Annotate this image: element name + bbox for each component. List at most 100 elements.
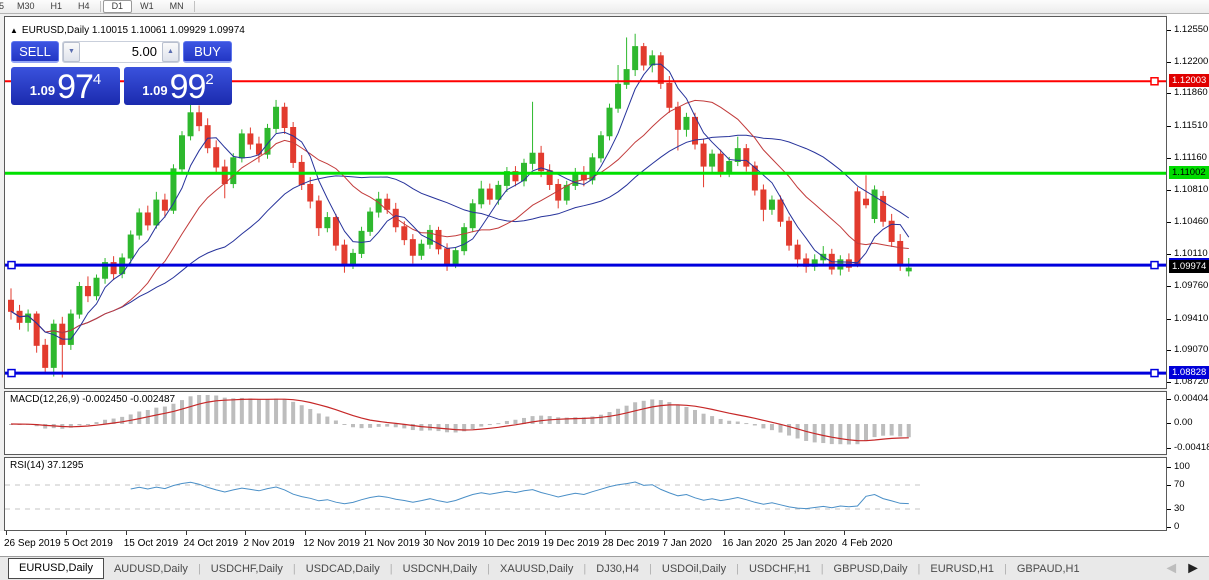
price-tick <box>1167 62 1171 63</box>
price-tick-label: 1.10460 <box>1174 216 1208 227</box>
main-chart-panel: ▲ EURUSD,Daily 1.10015 1.10061 1.09929 1.… <box>4 16 1167 389</box>
rsi-panel: RSI(14) 37.1295 <box>4 457 1167 531</box>
price-tick <box>1167 222 1171 223</box>
timeframe-button-h4[interactable]: H4 <box>70 0 98 13</box>
volume-decrease-button[interactable]: ▼ <box>63 42 80 62</box>
price-tick <box>1167 350 1171 351</box>
price-tick-label: 1.12200 <box>1174 56 1208 67</box>
macd-axis-label: 0.00 <box>1174 417 1193 428</box>
price-tick-label: 1.09760 <box>1174 280 1208 291</box>
rsi-axis-label: 30 <box>1174 503 1185 514</box>
tab-usdoil-daily[interactable]: USDOil,Daily <box>652 559 736 579</box>
rsi-axis-label: 70 <box>1174 479 1185 490</box>
price-tick <box>1167 286 1171 287</box>
rsi-axis-label: 0 <box>1174 521 1179 532</box>
macd-label: MACD(12,26,9) -0.002450 -0.002487 <box>10 394 175 405</box>
tab-usdcnh-daily[interactable]: USDCNH,Daily <box>393 559 488 579</box>
date-tick-label: 19 Dec 2019 <box>543 538 600 549</box>
symbol-arrow-icon: ▲ <box>10 26 18 35</box>
buy-price-sup: 2 <box>205 74 213 86</box>
rsi-axis-tick <box>1167 485 1171 486</box>
buy-price-button[interactable]: 1.09 99 2 <box>124 67 232 105</box>
line-handle-right[interactable] <box>1151 262 1158 269</box>
price-tick <box>1167 158 1171 159</box>
sell-price-button[interactable]: 1.09 97 4 <box>11 67 120 105</box>
date-tick-label: 16 Jan 2020 <box>722 538 777 549</box>
tab-audusd-daily[interactable]: AUDUSD,Daily <box>104 559 198 579</box>
date-tick <box>245 531 246 535</box>
timeframe-button-5[interactable]: 5 <box>0 0 9 13</box>
volume-spinner: ▼ 5.00 ▲ <box>62 41 180 63</box>
date-tick <box>365 531 366 535</box>
price-axis[interactable]: 1.125501.122001.118601.115101.111601.108… <box>1167 14 1209 531</box>
macd-axis-label: -0.004187 <box>1174 442 1209 453</box>
tab-eurusd-daily[interactable]: EURUSD,Daily <box>8 558 104 579</box>
toolbar-separator <box>194 1 195 12</box>
price-tick <box>1167 126 1171 127</box>
date-tick-label: 30 Nov 2019 <box>423 538 480 549</box>
price-tick-label: 1.11510 <box>1174 120 1208 131</box>
date-tick <box>305 531 306 535</box>
line-handle-left[interactable] <box>8 262 15 269</box>
date-tick <box>425 531 426 535</box>
date-tick-label: 7 Jan 2020 <box>662 538 712 549</box>
tab-usdchf-h1[interactable]: USDCHF,H1 <box>739 559 821 579</box>
buy-button[interactable]: BUY <box>183 41 232 63</box>
date-tick-label: 12 Nov 2019 <box>303 538 360 549</box>
tab-gbpusd-daily[interactable]: GBPUSD,Daily <box>824 559 918 579</box>
rsi-axis-tick <box>1167 527 1171 528</box>
chart-title-text: EURUSD,Daily 1.10015 1.10061 1.09929 1.0… <box>22 25 245 36</box>
buy-price-prefix: 1.09 <box>142 80 167 102</box>
timeframe-button-mn[interactable]: MN <box>162 0 192 13</box>
one-click-trading-panel: SELL ▼ 5.00 ▲ BUY 1.09 97 4 1.09 99 2 <box>11 41 232 105</box>
tabs-scroll-left-button[interactable]: ◄ <box>1163 560 1179 578</box>
date-tick <box>844 531 845 535</box>
date-tick-label: 26 Sep 2019 <box>4 538 61 549</box>
price-tick <box>1167 254 1171 255</box>
trade-controls-row: SELL ▼ 5.00 ▲ BUY <box>11 41 232 63</box>
timeframe-button-w1[interactable]: W1 <box>132 0 162 13</box>
date-tick-label: 5 Oct 2019 <box>64 538 113 549</box>
line-handle-right[interactable] <box>1151 78 1158 85</box>
date-tick-label: 2 Nov 2019 <box>243 538 294 549</box>
price-tick-label: 1.09410 <box>1174 313 1208 324</box>
date-tick <box>6 531 7 535</box>
line-handle-right[interactable] <box>1151 370 1158 377</box>
timeframe-button-h1[interactable]: H1 <box>43 0 71 13</box>
tab-gbpaud-h1[interactable]: GBPAUD,H1 <box>1007 559 1090 579</box>
macd-axis-tick <box>1167 423 1171 424</box>
date-tick <box>664 531 665 535</box>
rsi-axis-label: 100 <box>1174 461 1190 472</box>
tab-usdchf-daily[interactable]: USDCHF,Daily <box>201 559 293 579</box>
date-tick <box>126 531 127 535</box>
line-handle-left[interactable] <box>8 370 15 377</box>
rsi-label: RSI(14) 37.1295 <box>10 460 83 471</box>
date-tick <box>545 531 546 535</box>
price-tick <box>1167 93 1171 94</box>
price-badge-pivot: 1.11002 <box>1169 166 1209 179</box>
tab-xauusd-daily[interactable]: XAUUSD,Daily <box>490 559 583 579</box>
timeframe-button-d1[interactable]: D1 <box>103 0 133 13</box>
price-tick <box>1167 382 1171 383</box>
date-tick <box>605 531 606 535</box>
price-tick <box>1167 190 1171 191</box>
sell-price-big: 97 <box>57 72 93 102</box>
price-badge-support-2: 1.08828 <box>1169 366 1209 379</box>
buy-price-big: 99 <box>170 72 206 102</box>
date-tick-label: 21 Nov 2019 <box>363 538 420 549</box>
macd-plot <box>5 392 1166 454</box>
tab-eurusd-h1[interactable]: EURUSD,H1 <box>920 559 1004 579</box>
rsi-plot <box>5 458 1166 530</box>
date-tick-label: 15 Oct 2019 <box>124 538 178 549</box>
price-tick <box>1167 319 1171 320</box>
price-tick-label: 1.11160 <box>1174 152 1207 163</box>
date-axis: 26 Sep 20195 Oct 201915 Oct 201924 Oct 2… <box>0 531 1209 556</box>
tab-dj30-h4[interactable]: DJ30,H4 <box>586 559 649 579</box>
volume-increase-button[interactable]: ▲ <box>162 42 179 62</box>
rsi-axis-tick <box>1167 467 1171 468</box>
timeframe-button-m30[interactable]: M30 <box>9 0 43 13</box>
tabs-scroll-right-button[interactable]: ► <box>1185 560 1201 578</box>
sell-button[interactable]: SELL <box>11 41 59 63</box>
tab-usdcad-daily[interactable]: USDCAD,Daily <box>296 559 390 579</box>
volume-value[interactable]: 5.00 <box>80 42 162 62</box>
